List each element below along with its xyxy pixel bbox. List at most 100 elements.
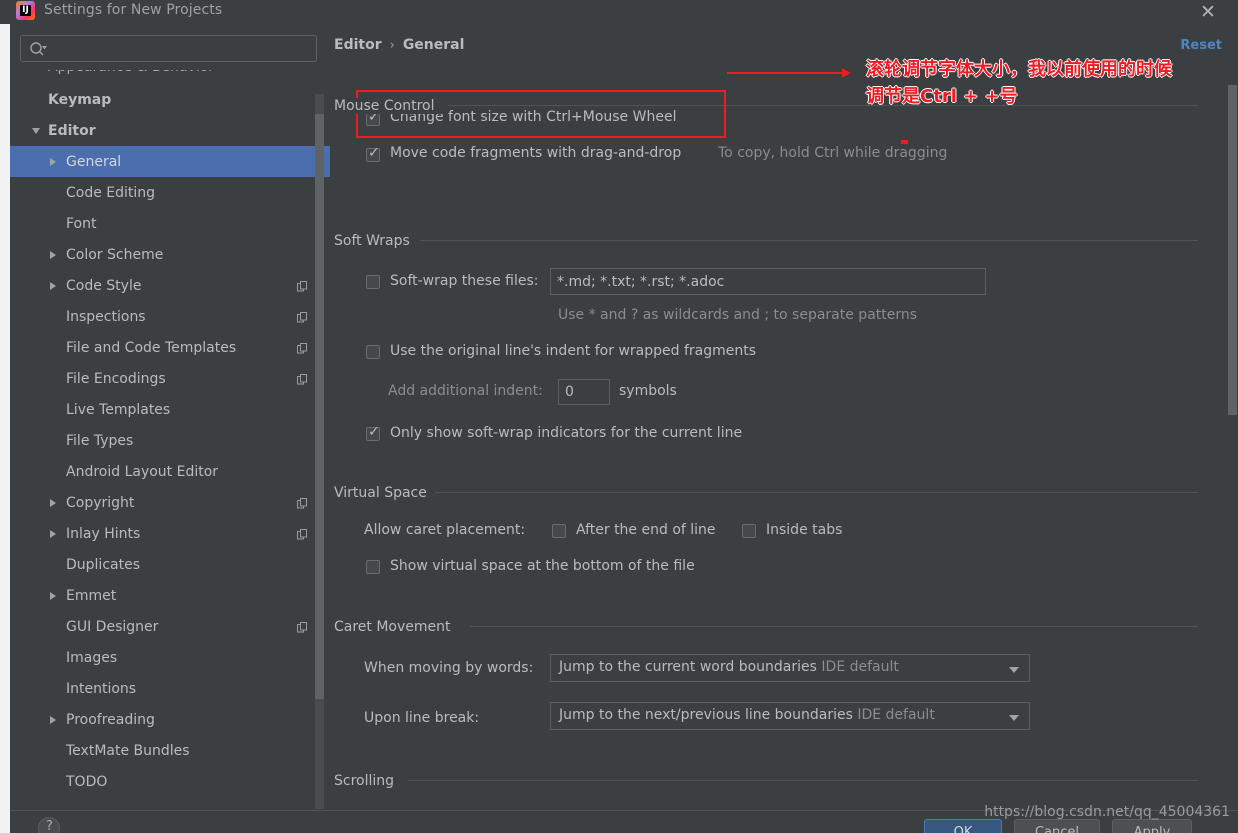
sidebar-item-general[interactable]: General: [10, 146, 330, 177]
tree-row-partial[interactable]: Appearance & Behavior: [10, 70, 330, 82]
sidebar-item-label: File Encodings: [66, 370, 166, 387]
label-inside-tabs: Inside tabs: [766, 522, 843, 538]
sidebar-item-images[interactable]: Images: [10, 642, 330, 673]
sidebar-item-label: Copyright: [66, 494, 135, 511]
label-show-virtual-space: Show virtual space at the bottom of the …: [390, 558, 695, 574]
checkbox-change-font-size[interactable]: [366, 109, 380, 126]
sidebar-item-inspections[interactable]: Inspections: [10, 301, 330, 332]
hint-move-code-fragments: To copy, hold Ctrl while dragging: [718, 145, 948, 161]
sidebar-scrollbar-thumb[interactable]: [315, 114, 324, 699]
sidebar-item-emmet[interactable]: Emmet: [10, 580, 330, 611]
hint-wildcards: Use * and ? as wildcards and ; to separa…: [558, 307, 918, 323]
section-divider-virtual-space: [434, 492, 1198, 493]
intellij-idea-icon: IJ: [16, 1, 35, 20]
checkbox-after-end-of-line[interactable]: [552, 524, 566, 538]
search-icon: [30, 42, 47, 56]
annotation-note: 滚轮调节字体大小，我以前使用的时候 调节是Ctrl + +号: [866, 56, 1238, 110]
combo-when-moving-by-words-suffix: IDE default: [821, 659, 899, 675]
sidebar-item-todo[interactable]: TODO: [10, 766, 330, 797]
search-box[interactable]: [20, 35, 317, 62]
sidebar-item-color-scheme[interactable]: Color Scheme: [10, 239, 330, 270]
sidebar-item-label: Code Editing: [66, 184, 156, 201]
chevron-right-icon[interactable]: [50, 498, 56, 507]
sidebar-item-label: Emmet: [66, 587, 117, 604]
reset-link[interactable]: Reset: [1180, 38, 1222, 53]
sidebar-item-gui-designer[interactable]: GUI Designer: [10, 611, 330, 642]
section-title-virtual-space: Virtual Space: [334, 485, 435, 501]
checkbox-original-indent[interactable]: [366, 345, 380, 359]
sidebar-item-keymap[interactable]: Keymap: [10, 84, 330, 115]
section-divider-caret-movement: [470, 626, 1198, 627]
label-soft-wrap-files: Soft-wrap these files:: [390, 273, 539, 289]
main-scrollbar-thumb[interactable]: [1228, 85, 1237, 415]
sidebar-item-label: Images: [66, 649, 118, 666]
section-title-mouse-control: Mouse Control: [334, 98, 443, 114]
sidebar-item-code-style[interactable]: Code Style: [10, 270, 330, 301]
project-scope-icon: [297, 621, 308, 633]
checkbox-inside-tabs[interactable]: [742, 524, 756, 538]
sidebar-item-textmate-bundles[interactable]: TextMate Bundles: [10, 735, 330, 766]
chevron-down-icon: [1009, 715, 1019, 721]
project-scope-icon: [297, 497, 308, 509]
chevron-right-icon[interactable]: [50, 529, 56, 538]
annotation-arrow-head-icon: [842, 68, 851, 78]
soft-wrap-files-input[interactable]: [550, 268, 986, 295]
chevron-down-icon[interactable]: [32, 127, 40, 134]
checkbox-move-code-fragments[interactable]: [366, 145, 380, 162]
window-title: Settings for New Projects: [44, 2, 223, 18]
sidebar-item-editor[interactable]: Editor: [10, 115, 330, 146]
sidebar-item-duplicates[interactable]: Duplicates: [10, 549, 330, 580]
annotation-note-line-2: 调节是Ctrl + +号: [866, 86, 1018, 107]
chevron-right-icon[interactable]: [50, 157, 56, 166]
breadcrumb-root[interactable]: Editor: [334, 37, 382, 53]
breadcrumb-leaf: General: [402, 37, 465, 53]
sidebar-item-file-and-code-templates[interactable]: File and Code Templates: [10, 332, 330, 363]
combo-when-moving-by-words[interactable]: Jump to the current word boundaries IDE …: [550, 654, 1030, 682]
combo-upon-line-break[interactable]: Jump to the next/previous line boundarie…: [550, 702, 1030, 730]
cancel-button[interactable]: Cancel: [1014, 819, 1100, 833]
chevron-right-icon[interactable]: [50, 250, 56, 259]
sidebar-item-file-types[interactable]: File Types: [10, 425, 330, 456]
sidebar-item-label: Android Layout Editor: [66, 463, 219, 480]
chevron-right-icon[interactable]: [50, 281, 56, 290]
label-allow-caret-placement: Allow caret placement:: [364, 522, 526, 538]
checkbox-show-virtual-space[interactable]: [366, 560, 380, 574]
sidebar-item-font[interactable]: Font: [10, 208, 330, 239]
breadcrumb: Editor › General: [334, 37, 464, 53]
sidebar-item-inlay-hints[interactable]: Inlay Hints: [10, 518, 330, 549]
sidebar-item-label: Keymap: [48, 91, 112, 108]
sidebar-item-label: Intentions: [66, 680, 137, 697]
sidebar-item-file-encodings[interactable]: File Encodings: [10, 363, 330, 394]
ok-button[interactable]: OK: [924, 819, 1002, 833]
additional-indent-input[interactable]: [558, 379, 610, 405]
sidebar-item-label: Inlay Hints: [66, 525, 141, 542]
project-scope-icon: [297, 528, 308, 540]
question-mark-icon[interactable]: [38, 817, 60, 833]
sidebar-item-label: General: [66, 153, 122, 170]
label-upon-line-break: Upon line break:: [364, 710, 480, 726]
chevron-right-icon[interactable]: [50, 591, 56, 600]
project-scope-icon: [297, 280, 308, 292]
sidebar-item-proofreading[interactable]: Proofreading: [10, 704, 330, 735]
checkbox-only-show-indicators[interactable]: [366, 424, 380, 441]
search-input[interactable]: [51, 36, 312, 61]
checkbox-soft-wrap-files[interactable]: [366, 275, 380, 289]
section-divider-scrolling: [408, 780, 1198, 781]
settings-main-panel: Editor › General Reset Mouse Control Cha…: [330, 24, 1238, 826]
sidebar-item-android-layout-editor[interactable]: Android Layout Editor: [10, 456, 330, 487]
sidebar-item-intentions[interactable]: Intentions: [10, 673, 330, 704]
sidebar-item-label: GUI Designer: [66, 618, 159, 635]
chevron-down-icon: [1009, 667, 1019, 673]
label-additional-indent: Add additional indent:: [388, 383, 543, 399]
close-icon[interactable]: ✕: [1196, 0, 1220, 24]
combo-when-moving-by-words-value: Jump to the current word boundaries: [559, 659, 817, 675]
chevron-right-icon[interactable]: [50, 715, 56, 724]
label-additional-indent-units: symbols: [619, 383, 677, 399]
sidebar-item-label: Font: [66, 215, 97, 232]
sidebar-item-live-templates[interactable]: Live Templates: [10, 394, 330, 425]
apply-button[interactable]: Apply: [1112, 819, 1192, 833]
sidebar-item-code-editing[interactable]: Code Editing: [10, 177, 330, 208]
sidebar-item-copyright[interactable]: Copyright: [10, 487, 330, 518]
sidebar-item-label: Proofreading: [66, 711, 155, 728]
annotation-arrow-line: [727, 72, 845, 74]
